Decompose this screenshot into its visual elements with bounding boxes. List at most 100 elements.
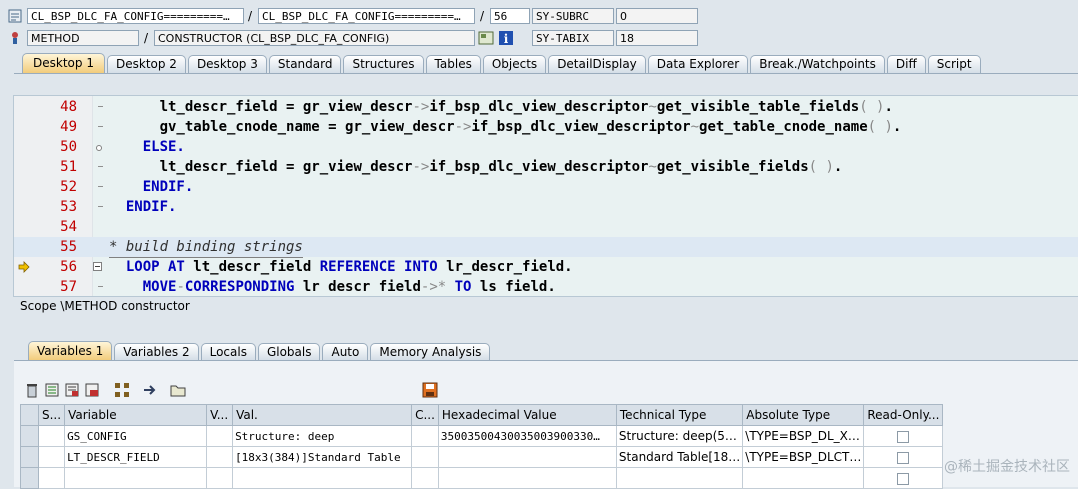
tab-desktop-1[interactable]: Desktop 1: [22, 53, 105, 73]
header-status[interactable]: S...: [37, 404, 66, 426]
cell-value[interactable]: [232, 467, 413, 489]
fold-guide: [98, 186, 103, 187]
line-number-field[interactable]: 56: [490, 8, 530, 24]
include-field[interactable]: CL_BSP_DLC_FA_CONFIG=========…: [258, 8, 475, 24]
line-number: 55: [60, 239, 77, 255]
tab-structures[interactable]: Structures: [343, 55, 424, 73]
tab-breakpoints[interactable]: Break./Watchpoints: [750, 55, 885, 73]
code-line[interactable]: 49 gv_table_cnode_name = gr_view_descr->…: [14, 117, 1078, 137]
tab-auto[interactable]: Auto: [322, 343, 369, 360]
sysvar1-value[interactable]: 0: [616, 8, 698, 24]
line-number: 49: [60, 119, 77, 135]
code-line[interactable]: 51 lt_descr_field = gr_view_descr->if_bs…: [14, 157, 1078, 177]
code-line[interactable]: 57 MOVE-CORRESPONDING lr descr field->* …: [14, 277, 1078, 296]
code-line[interactable]: 54: [14, 217, 1078, 237]
line-number: 53: [60, 199, 77, 215]
fold-guide: [98, 206, 103, 207]
cell-hex-value[interactable]: [437, 467, 617, 489]
program-field[interactable]: CL_BSP_DLC_FA_CONFIG=========…: [27, 8, 244, 24]
tab-strip-line: [14, 73, 1078, 74]
header-value[interactable]: Val.: [232, 404, 413, 426]
scope-label: Scope \METHOD constructor: [20, 299, 190, 313]
sysvar1-name[interactable]: SY-SUBRC: [532, 8, 614, 24]
header-change[interactable]: C...: [411, 404, 439, 426]
code-line[interactable]: 48 lt_descr_field = gr_view_descr->if_bs…: [14, 97, 1078, 117]
cell-v: [206, 446, 234, 468]
fold-marker-icon: [96, 145, 102, 151]
event-type-field[interactable]: METHOD: [27, 30, 139, 46]
cell-variable[interactable]: GS_CONFIG: [64, 425, 208, 447]
program-icon: [8, 9, 22, 23]
code-line[interactable]: 52 ENDIF.: [14, 177, 1078, 197]
cell-hex-value[interactable]: 35003500430035003900330…: [437, 425, 617, 447]
row-selector[interactable]: [20, 446, 39, 468]
tab-variables-2[interactable]: Variables 2: [114, 343, 199, 360]
tab-locals[interactable]: Locals: [200, 343, 256, 360]
cell-value[interactable]: Structure: deep: [232, 425, 413, 447]
tab-standard[interactable]: Standard: [268, 55, 342, 73]
cell-v: [206, 467, 234, 489]
header-read-only[interactable]: Read-Only...: [863, 404, 944, 426]
code-line[interactable]: 50 ELSE.: [14, 137, 1078, 157]
grid-header-row: S... Variable V... Val. C... Hexadecimal…: [20, 404, 944, 426]
desktop-tabs: Desktop 1 Desktop 2 Desktop 3 Standard S…: [22, 53, 983, 73]
header-variable[interactable]: Variable: [64, 404, 208, 426]
table-row[interactable]: [20, 467, 944, 489]
tab-globals[interactable]: Globals: [257, 343, 321, 360]
code-text: lt_descr_field = gr_view_descr->if_bsp_d…: [159, 99, 893, 115]
table-row[interactable]: GS_CONFIG Structure: deep 35003500430035…: [20, 425, 944, 447]
tab-desktop-2[interactable]: Desktop 2: [107, 55, 186, 73]
display-icon[interactable]: [478, 30, 494, 46]
remove-row-icon[interactable]: [84, 382, 100, 398]
table-row[interactable]: LT_DESCR_FIELD [18x3(384)]Standard Table…: [20, 446, 944, 468]
slash-label-2: /: [480, 9, 485, 23]
cell-variable[interactable]: LT_DESCR_FIELD: [64, 446, 208, 468]
code-line[interactable]: 53 ENDIF.: [14, 197, 1078, 217]
navigate-icon[interactable]: [142, 382, 158, 398]
row-selector[interactable]: [20, 425, 39, 447]
cell-value[interactable]: [18x3(384)]Standard Table: [232, 446, 413, 468]
cell-status: [37, 467, 66, 489]
tab-diff[interactable]: Diff: [886, 55, 926, 73]
tab-data-explorer[interactable]: Data Explorer: [647, 55, 749, 73]
tab-tables[interactable]: Tables: [425, 55, 481, 73]
code-line[interactable]: 55 * build binding strings: [14, 237, 1078, 258]
tab-desktop-3[interactable]: Desktop 3: [187, 55, 267, 73]
code-text: lt_descr_field = gr_view_descr->if_bsp_d…: [159, 159, 843, 175]
header-v[interactable]: V...: [206, 404, 234, 426]
event-field[interactable]: CONSTRUCTOR (CL_BSP_DLC_FA_CONFIG): [154, 30, 475, 46]
edit-row-icon[interactable]: [64, 382, 80, 398]
cell-variable[interactable]: [64, 467, 208, 489]
code-line[interactable]: 56 LOOP AT lt_descr_field REFERENCE INTO…: [14, 257, 1078, 277]
slash-label-3: /: [144, 31, 149, 45]
tab-memory-analysis[interactable]: Memory Analysis: [370, 343, 491, 360]
tab-variables-1[interactable]: Variables 1: [28, 341, 113, 360]
save-icon[interactable]: [422, 382, 438, 398]
read-only-checkbox[interactable]: [897, 451, 910, 464]
insert-row-icon[interactable]: [44, 382, 60, 398]
fold-icon[interactable]: [93, 262, 102, 271]
tab-detail-display[interactable]: DetailDisplay: [548, 55, 646, 73]
sysvar2-name[interactable]: SY-TABIX: [532, 30, 614, 46]
sysvar2-value[interactable]: 18: [616, 30, 698, 46]
delete-icon[interactable]: [24, 382, 40, 398]
cell-technical-type: Standard Table[18…: [615, 446, 744, 468]
code-editor[interactable]: 48 lt_descr_field = gr_view_descr->if_bs…: [13, 95, 1078, 297]
read-only-checkbox[interactable]: [897, 430, 910, 443]
tab-script[interactable]: Script: [927, 55, 981, 73]
row-selector-header[interactable]: [20, 404, 39, 426]
header-technical-type[interactable]: Technical Type: [615, 404, 744, 426]
header-hex-value[interactable]: Hexadecimal Value: [437, 404, 617, 426]
info-icon[interactable]: i: [498, 30, 514, 46]
code-text: ENDIF.: [125, 199, 177, 215]
read-only-checkbox[interactable]: [897, 472, 910, 485]
cell-hex-value[interactable]: [437, 446, 617, 468]
line-number: 50: [60, 139, 77, 155]
row-selector[interactable]: [20, 467, 39, 489]
line-number: 52: [60, 179, 77, 195]
tab-objects[interactable]: Objects: [482, 55, 547, 73]
header-absolute-type[interactable]: Absolute Type: [742, 404, 865, 426]
structure-icon[interactable]: [114, 382, 130, 398]
folder-icon[interactable]: [170, 382, 186, 398]
fold-guide: [98, 106, 103, 107]
